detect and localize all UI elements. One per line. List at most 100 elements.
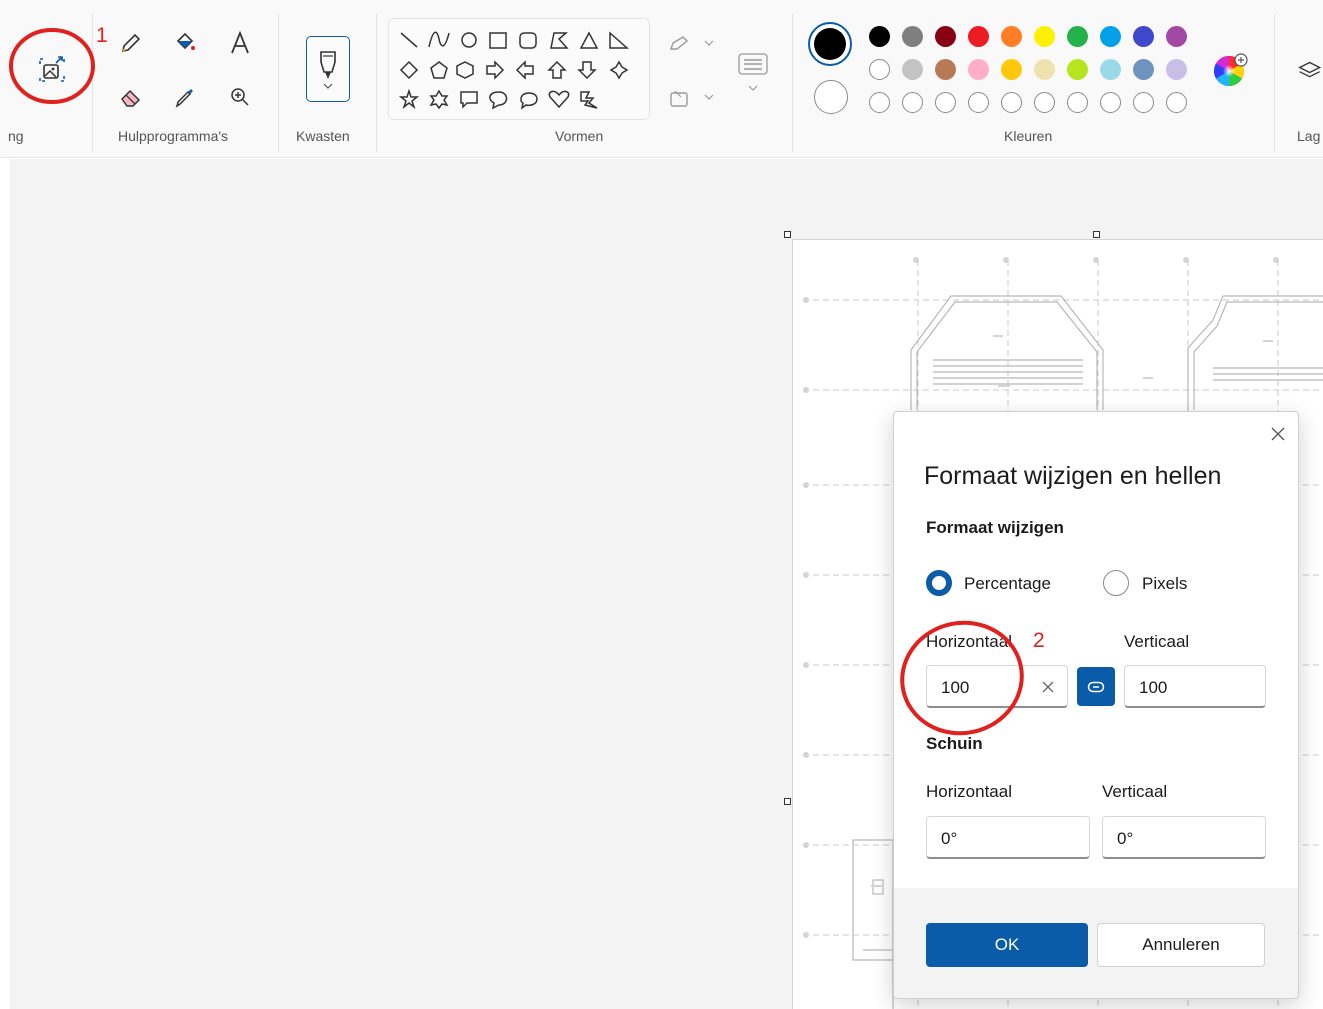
color-swatch[interactable] [1133,59,1154,80]
color-swatch[interactable] [968,26,989,47]
color-swatch[interactable] [1001,59,1022,80]
pixels-radio-label[interactable]: Pixels [1142,574,1187,594]
rect-callout-shape-icon [460,91,478,109]
color-swatch[interactable] [869,26,890,47]
down-arrow-shape-icon [577,61,597,80]
brush-icon [320,51,336,79]
percentage-radio-label[interactable]: Percentage [964,574,1051,594]
pencil-icon [121,33,141,53]
shape-fill-icon [670,90,714,107]
color-swatch[interactable] [1034,59,1055,80]
group-divider [278,14,279,152]
group-divider [376,14,377,152]
resize-image-icon [39,56,65,82]
fill-dropdown[interactable] [664,84,722,112]
custom-color-slot[interactable] [902,92,923,113]
text-tool[interactable] [225,28,255,58]
pencil-tool[interactable] [116,28,146,58]
custom-color-slot[interactable] [1166,92,1187,113]
shapes-group-label: Vormen [555,128,604,144]
cloud-callout-shape-icon [520,92,538,110]
color-swatch[interactable] [1067,26,1088,47]
canvas-resize-handle-top[interactable] [1093,231,1100,238]
polygon-shape-icon [550,32,569,49]
custom-color-slot[interactable] [968,92,989,113]
cancel-button[interactable]: Annuleren [1097,923,1265,967]
vertical-resize-input[interactable]: 100 [1124,665,1266,708]
tools-group-label: Hulpprogramma's [118,128,229,144]
fill-tool[interactable] [170,28,200,58]
magnifier-tool[interactable] [225,82,255,112]
canvas-resize-handle-left[interactable] [784,798,791,805]
active-color-2[interactable] [814,80,848,114]
vertical-skew-value: 0° [1117,829,1134,848]
color-swatch[interactable] [902,59,923,80]
color-swatch[interactable] [935,59,956,80]
edit-colors-button[interactable] [1210,50,1250,90]
horizontal-skew-input[interactable]: 0° [926,816,1090,859]
lock-aspect-ratio-button[interactable] [1077,667,1115,706]
chevron-down-icon [323,83,333,89]
pixels-radio[interactable] [1103,570,1129,596]
percentage-radio[interactable] [926,570,952,596]
clear-icon[interactable] [1041,680,1055,694]
color-swatch[interactable] [1001,26,1022,47]
group-divider [792,14,793,152]
color-picker-icon [175,89,193,108]
ribbon-toolbar: ng Hulpprogramma's Kwasten Vormen Kleure… [0,0,1323,158]
brushes-button[interactable] [306,36,350,102]
ok-button[interactable]: OK [926,923,1088,967]
active-color-1[interactable] [808,22,852,66]
custom-color-slot[interactable] [1034,92,1055,113]
close-button[interactable] [1264,420,1292,448]
eraser-tool[interactable] [116,82,146,112]
custom-color-slot[interactable] [935,92,956,113]
color-swatch[interactable] [1034,26,1055,47]
canvas-resize-handle-topleft[interactable] [784,231,791,238]
color-picker-tool[interactable] [170,82,200,112]
horizontal-resize-label: Horizontaal [926,632,1012,651]
brushes-group-label: Kwasten [296,128,350,144]
horizontal-skew-label: Horizontaal [926,782,1012,801]
active-color-1-swatch [814,28,846,60]
curve-shape-icon [428,31,450,48]
shapes-grid [398,31,629,110]
chevron-down-icon [748,85,758,91]
custom-color-slot[interactable] [1133,92,1154,113]
image-group-label: ng [8,128,24,144]
resize-skew-dialog: Formaat wijzigen en hellen Formaat wijzi… [893,411,1299,999]
custom-color-slot[interactable] [1100,92,1121,113]
pentagon-shape-icon [430,61,448,79]
color-swatch[interactable] [1067,59,1088,80]
custom-color-slot[interactable] [1001,92,1022,113]
horizontal-resize-input[interactable]: 100 [926,665,1068,708]
right-triangle-shape-icon [609,31,629,49]
line-shape-icon [400,32,418,48]
color-swatch[interactable] [1166,26,1187,47]
resize-skew-button[interactable] [30,48,74,92]
color-swatch[interactable] [968,59,989,80]
rounded-rectangle-shape-icon [519,32,537,49]
color-swatch[interactable] [869,59,890,80]
hexagon-shape-icon [456,61,474,79]
color-swatch[interactable] [1100,59,1121,80]
triangle-shape-icon [579,31,599,49]
five-point-star-shape-icon [398,88,420,110]
resize-section-title: Formaat wijzigen [926,518,1064,537]
color-swatch[interactable] [1166,59,1187,80]
outline-dropdown[interactable] [664,30,722,58]
color-swatch[interactable] [1133,26,1154,47]
color-swatch[interactable] [1100,26,1121,47]
custom-color-slot[interactable] [1067,92,1088,113]
colors-group-label: Kleuren [1004,128,1053,144]
size-dropdown[interactable] [732,42,774,100]
vertical-skew-input[interactable]: 0° [1102,816,1266,859]
layers-button[interactable] [1298,52,1323,88]
custom-color-slot[interactable] [869,92,890,113]
oval-callout-shape-icon [489,91,508,110]
color-swatch[interactable] [902,26,923,47]
right-arrow-shape-icon [486,60,505,80]
dialog-footer: OK Annuleren [894,888,1298,998]
close-icon [1271,427,1285,441]
color-swatch[interactable] [935,26,956,47]
